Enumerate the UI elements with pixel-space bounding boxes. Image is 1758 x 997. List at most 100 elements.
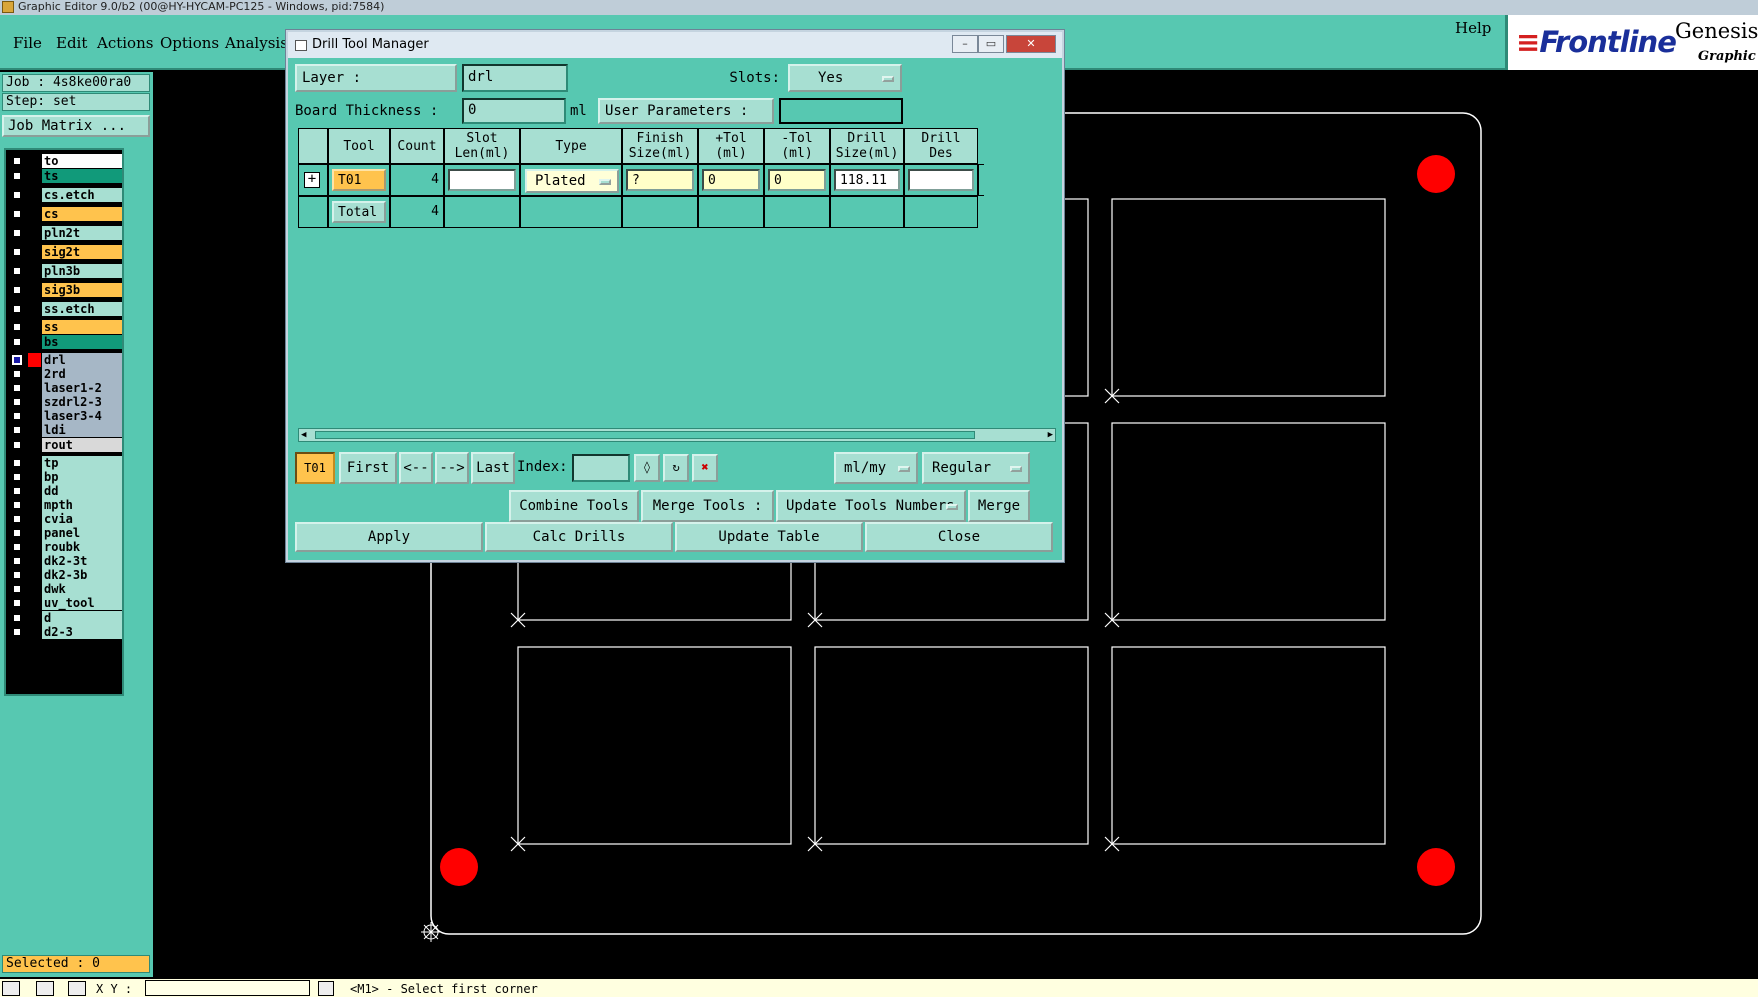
layer-row-cvia[interactable]: cvia (8, 512, 122, 526)
slots-option[interactable]: Yes (788, 64, 902, 92)
layer-checkbox[interactable] (12, 440, 22, 450)
menu-actions[interactable]: Actions (97, 34, 153, 52)
layer-row-laser3-4[interactable]: laser3-4 (8, 409, 122, 423)
layer-row-dk2-3t[interactable]: dk2-3t (8, 554, 122, 568)
xy-input[interactable] (145, 980, 310, 996)
lightbulb-icon[interactable]: ◊ (634, 454, 660, 482)
layer-checkbox[interactable] (12, 528, 22, 538)
layer-row-to[interactable]: to (8, 154, 122, 168)
menu-file[interactable]: File (13, 34, 42, 52)
delete-icon[interactable]: ✖ (692, 454, 718, 482)
maximize-icon[interactable]: ▭ (978, 35, 1004, 53)
layer-checkbox[interactable] (12, 570, 22, 580)
layer-row-mpth[interactable]: mpth (8, 498, 122, 512)
minimize-icon[interactable]: – (952, 35, 978, 53)
layer-row-uv_tool[interactable]: uv_tool (8, 596, 122, 610)
layer-row-tp[interactable]: tp (8, 456, 122, 470)
close-button[interactable]: Close (865, 522, 1053, 552)
apply-button[interactable]: Apply (295, 522, 483, 552)
grid-icon[interactable] (68, 981, 86, 996)
prev-button[interactable]: <-- (399, 452, 433, 484)
layer-checkbox[interactable] (12, 209, 22, 219)
update-tools-numbers-option[interactable]: Update Tools Numbers (776, 490, 966, 522)
menu-help[interactable]: Help (1455, 19, 1491, 37)
next-button[interactable]: --> (435, 452, 469, 484)
layer-checkbox[interactable] (12, 247, 22, 257)
layer-checkbox[interactable] (12, 556, 22, 566)
layer-checkbox[interactable] (12, 304, 22, 314)
layer-row-bs[interactable]: bs (8, 335, 122, 349)
layer-row-bp[interactable]: bp (8, 470, 122, 484)
layer-checkbox[interactable] (12, 190, 22, 200)
layer-row-ss[interactable]: ss (8, 320, 122, 334)
menu-options[interactable]: Options (160, 34, 219, 52)
merge-tools-button[interactable]: Merge Tools : (641, 490, 774, 522)
menu-analysis[interactable]: Analysis (225, 34, 288, 52)
menu-edit[interactable]: Edit (56, 34, 87, 52)
layer-row-pln2t[interactable]: pln2t (8, 226, 122, 240)
layer-checkbox[interactable] (12, 397, 22, 407)
layer-checkbox[interactable] (12, 598, 22, 608)
layer-row-cs[interactable]: cs (8, 207, 122, 221)
type-option[interactable]: Plated (525, 169, 619, 193)
layer-row-dwk[interactable]: dwk (8, 582, 122, 596)
slot-len-input[interactable] (448, 169, 516, 191)
layer-checkbox[interactable] (12, 337, 22, 347)
layer-row-laser1-2[interactable]: laser1-2 (8, 381, 122, 395)
layer-row-2rd[interactable]: 2rd (8, 367, 122, 381)
user-parameters-field[interactable] (779, 98, 903, 124)
calc-drills-button[interactable]: Calc Drills (485, 522, 673, 552)
mode-option[interactable]: Regular (922, 452, 1030, 484)
layer-checkbox[interactable] (12, 411, 22, 421)
layer-row-dd[interactable]: dd (8, 484, 122, 498)
update-table-button[interactable]: Update Table (675, 522, 863, 552)
scroll-right-icon[interactable]: ▶ (1048, 430, 1053, 440)
layer-checkbox[interactable] (12, 486, 22, 496)
dialog-title-bar[interactable]: Drill Tool Manager – ▭ ✕ (288, 32, 1062, 58)
first-button[interactable]: First (339, 452, 397, 484)
layer-row-dk2-3b[interactable]: dk2-3b (8, 568, 122, 582)
layer-checkbox[interactable] (12, 228, 22, 238)
layer-checkbox[interactable] (12, 355, 22, 365)
layer-row-ldi[interactable]: ldi (8, 423, 122, 437)
layer-checkbox[interactable] (12, 514, 22, 524)
layer-checkbox[interactable] (12, 285, 22, 295)
layer-checkbox[interactable] (12, 156, 22, 166)
layer-row-sig2t[interactable]: sig2t (8, 245, 122, 259)
finish-size-input[interactable]: ? (626, 169, 694, 191)
layer-checkbox[interactable] (12, 584, 22, 594)
layer-row-roubk[interactable]: roubk (8, 540, 122, 554)
layer-checkbox[interactable] (12, 425, 22, 435)
layer-row-sig3b[interactable]: sig3b (8, 283, 122, 297)
layer-checkbox[interactable] (12, 500, 22, 510)
job-matrix-button[interactable]: Job Matrix ... (2, 115, 150, 137)
layer-row-cs.etch[interactable]: cs.etch (8, 188, 122, 202)
minus-tol-input[interactable]: 0 (768, 169, 826, 191)
user-parameters-button[interactable]: User Parameters : (598, 98, 774, 124)
layer-row-ts[interactable]: ts (8, 169, 122, 183)
layer-row-panel[interactable]: panel (8, 526, 122, 540)
zoom-icon[interactable] (2, 981, 20, 996)
layer-checkbox[interactable] (12, 458, 22, 468)
layer-row-d[interactable]: d (8, 611, 122, 625)
layer-checkbox[interactable] (12, 369, 22, 379)
layer-row-d2-3[interactable]: d2-3 (8, 625, 122, 639)
tool-value[interactable]: T01 (332, 169, 386, 191)
expand-icon[interactable]: + (304, 172, 320, 188)
cancel-icon[interactable] (36, 981, 54, 996)
layer-checkbox[interactable] (12, 171, 22, 181)
layer-checkbox[interactable] (12, 542, 22, 552)
close-window-icon[interactable]: ✕ (1006, 35, 1056, 53)
layer-checkbox[interactable] (12, 613, 22, 623)
table-horizontal-scrollbar[interactable]: ◀ ▶ (298, 428, 1056, 442)
layer-field[interactable]: drl (462, 64, 568, 92)
combine-tools-button[interactable]: Combine Tools (509, 490, 639, 522)
units-option[interactable]: ml/my (834, 452, 918, 484)
layer-row-ss.etch[interactable]: ss.etch (8, 302, 122, 316)
plus-tol-input[interactable]: 0 (702, 169, 760, 191)
layer-checkbox[interactable] (12, 472, 22, 482)
scroll-thumb[interactable] (315, 431, 975, 439)
drill-des-input[interactable] (908, 169, 974, 191)
drill-size-input[interactable]: 118.11 (834, 169, 900, 191)
layer-row-drl[interactable]: drl (8, 353, 122, 367)
